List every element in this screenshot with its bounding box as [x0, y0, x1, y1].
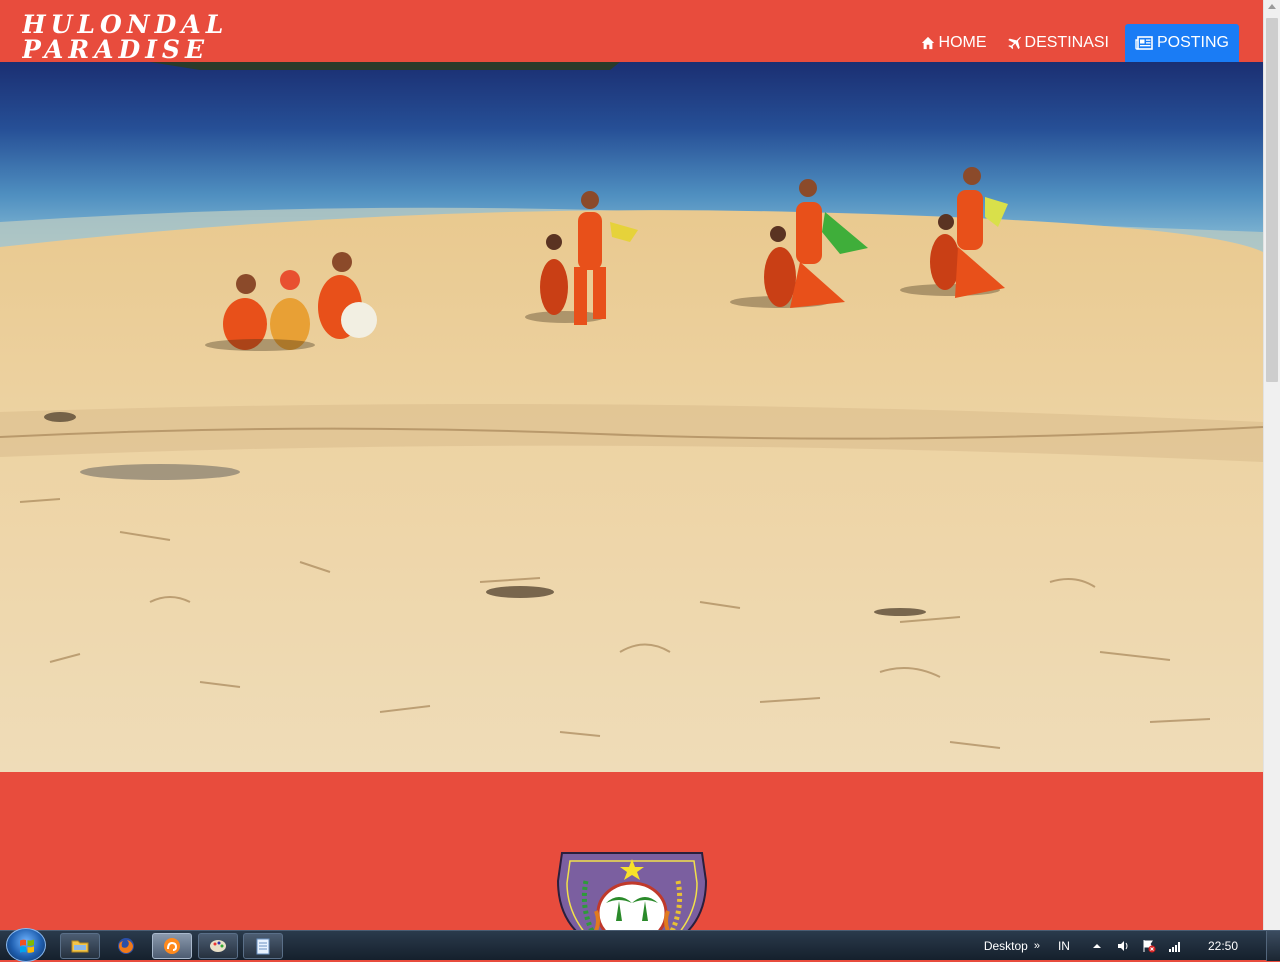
plane-icon	[1007, 36, 1021, 50]
browser-viewport: HULONDALO PARADISE HOME DESTINASI	[0, 0, 1263, 930]
taskbar-explorer-button[interactable]	[60, 933, 100, 959]
taskbar-clock[interactable]: 22:50	[1208, 939, 1238, 953]
main-nav: HOME DESTINASI POSTING	[911, 24, 1239, 62]
volume-icon[interactable]	[1116, 939, 1130, 953]
home-icon	[921, 36, 934, 50]
site-brand[interactable]: HULONDALO PARADISE	[22, 12, 222, 62]
show-hidden-icons-icon[interactable]	[1090, 939, 1104, 953]
nav-destinasi[interactable]: DESTINASI	[997, 24, 1119, 62]
brand-line-1: HULONDALO	[22, 12, 222, 39]
notepad-icon	[256, 938, 270, 955]
windows-taskbar: Desktop » IN 22:50	[0, 928, 1280, 962]
network-signal-icon[interactable]	[1168, 939, 1182, 953]
nav-posting[interactable]: POSTING	[1124, 24, 1239, 62]
taskbar-notepad-button[interactable]	[243, 933, 283, 959]
start-button[interactable]	[6, 928, 46, 962]
toolbar-chevron-icon[interactable]: »	[1034, 940, 1040, 952]
newspaper-icon	[1135, 36, 1153, 50]
uc-browser-icon	[164, 938, 180, 954]
windows-explorer-icon	[71, 940, 89, 953]
nav-destinasi-label: DESTINASI	[1024, 34, 1109, 51]
system-tray: Desktop » IN 22:50	[984, 931, 1280, 961]
nav-home-label: HOME	[938, 34, 987, 51]
language-indicator[interactable]: IN	[1058, 939, 1070, 953]
gorontalo-emblem-icon	[556, 852, 708, 930]
scrollbar-thumb[interactable]	[1266, 18, 1278, 382]
taskbar-firefox-button[interactable]	[106, 933, 146, 959]
action-center-flag-icon[interactable]	[1142, 939, 1156, 953]
nav-home[interactable]: HOME	[911, 24, 997, 62]
nav-posting-label: POSTING	[1156, 34, 1229, 51]
firefox-icon	[118, 938, 134, 954]
show-desktop-button[interactable]	[1266, 931, 1280, 961]
desktop-toolbar-label[interactable]: Desktop	[984, 939, 1028, 953]
logo-section	[0, 772, 1263, 930]
page-scrollbar[interactable]	[1263, 0, 1280, 930]
scroll-up-icon[interactable]	[1268, 4, 1276, 9]
windows-logo-icon	[20, 939, 34, 953]
hero-image	[0, 62, 1263, 772]
brand-line-2: PARADISE	[22, 35, 210, 62]
taskbar-ucbrowser-button[interactable]	[152, 933, 192, 959]
navbar: HULONDALO PARADISE HOME DESTINASI	[0, 0, 1263, 62]
paint-icon	[210, 940, 226, 952]
taskbar-paint-button[interactable]	[198, 933, 238, 959]
